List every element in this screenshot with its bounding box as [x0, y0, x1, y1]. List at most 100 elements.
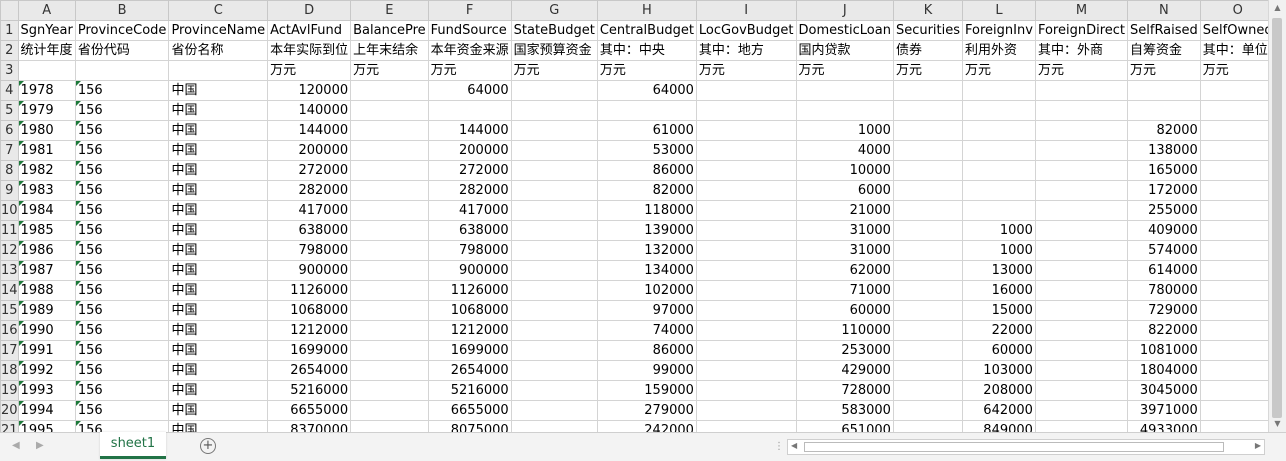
cell-j7[interactable]: 4000	[795, 140, 894, 161]
cell-c13[interactable]: 中国	[168, 260, 269, 281]
cell-k19[interactable]	[892, 380, 964, 401]
cell-c1[interactable]: ProvinceName	[168, 20, 269, 41]
cell-e13[interactable]	[350, 260, 429, 281]
cell-m8[interactable]	[1034, 160, 1129, 181]
cell-n16[interactable]: 822000	[1127, 320, 1201, 341]
next-sheet-arrow-icon[interactable]: ▶	[36, 440, 44, 451]
cell-o12[interactable]	[1199, 240, 1268, 261]
cell-c21[interactable]: 中国	[168, 420, 269, 432]
cell-n3[interactable]: 万元	[1127, 60, 1201, 81]
cell-d11[interactable]: 638000	[267, 220, 352, 241]
cell-a21[interactable]: 1995	[17, 420, 76, 432]
cell-l17[interactable]: 60000	[962, 340, 1036, 361]
cell-o10[interactable]	[1199, 200, 1268, 221]
row-header[interactable]: 9	[0, 180, 19, 201]
cell-c7[interactable]: 中国	[168, 140, 269, 161]
cell-l4[interactable]	[962, 80, 1036, 101]
cell-d2[interactable]: 本年实际到位	[267, 40, 352, 61]
cell-i17[interactable]	[695, 340, 797, 361]
cell-a3[interactable]	[17, 60, 76, 81]
row-header[interactable]: 8	[0, 160, 19, 181]
cell-c6[interactable]: 中国	[168, 120, 269, 141]
cell-a19[interactable]: 1993	[17, 380, 76, 401]
cell-g18[interactable]	[510, 360, 598, 381]
cell-b9[interactable]: 156	[74, 180, 170, 201]
cell-j4[interactable]	[795, 80, 894, 101]
cell-n19[interactable]: 3045000	[1127, 380, 1201, 401]
column-header-e[interactable]: E	[350, 0, 429, 21]
cell-n9[interactable]: 172000	[1127, 180, 1201, 201]
cell-f11[interactable]: 638000	[427, 220, 512, 241]
cell-b4[interactable]: 156	[74, 80, 170, 101]
cell-h17[interactable]: 86000	[596, 340, 697, 361]
cell-n7[interactable]: 138000	[1127, 140, 1201, 161]
cell-j5[interactable]	[795, 100, 894, 121]
cell-i2[interactable]: 其中：地方	[695, 40, 797, 61]
cell-c12[interactable]: 中国	[168, 240, 269, 261]
cell-e7[interactable]	[350, 140, 429, 161]
cell-i7[interactable]	[695, 140, 797, 161]
cell-j9[interactable]: 6000	[795, 180, 894, 201]
cell-l16[interactable]: 22000	[962, 320, 1036, 341]
cell-f1[interactable]: FundSource	[427, 20, 512, 41]
cell-h6[interactable]: 61000	[596, 120, 697, 141]
cell-d4[interactable]: 120000	[267, 80, 352, 101]
cell-g17[interactable]	[510, 340, 598, 361]
cell-n15[interactable]: 729000	[1127, 300, 1201, 321]
cell-g8[interactable]	[510, 160, 598, 181]
cell-k3[interactable]: 万元	[892, 60, 964, 81]
cell-k14[interactable]	[892, 280, 964, 301]
cell-c14[interactable]: 中国	[168, 280, 269, 301]
cell-c3[interactable]	[168, 60, 269, 81]
cell-n20[interactable]: 3971000	[1127, 400, 1201, 421]
cell-h8[interactable]: 86000	[596, 160, 697, 181]
cell-i5[interactable]	[695, 100, 797, 121]
cell-k4[interactable]	[892, 80, 964, 101]
cell-c19[interactable]: 中国	[168, 380, 269, 401]
cell-o5[interactable]	[1199, 100, 1268, 121]
cell-e18[interactable]	[350, 360, 429, 381]
cell-h15[interactable]: 97000	[596, 300, 697, 321]
cell-m21[interactable]	[1034, 420, 1129, 432]
cell-h11[interactable]: 139000	[596, 220, 697, 241]
cell-b11[interactable]: 156	[74, 220, 170, 241]
cell-a5[interactable]: 1979	[17, 100, 76, 121]
cell-a13[interactable]: 1987	[17, 260, 76, 281]
cell-n5[interactable]	[1127, 100, 1201, 121]
cell-l1[interactable]: ForeignInv	[962, 20, 1036, 41]
cell-g7[interactable]	[510, 140, 598, 161]
cell-f12[interactable]: 798000	[427, 240, 512, 261]
cell-h9[interactable]: 82000	[596, 180, 697, 201]
cell-j18[interactable]: 429000	[795, 360, 894, 381]
cell-l3[interactable]: 万元	[962, 60, 1036, 81]
cell-b6[interactable]: 156	[74, 120, 170, 141]
cell-e16[interactable]	[350, 320, 429, 341]
cell-g13[interactable]	[510, 260, 598, 281]
cell-a15[interactable]: 1989	[17, 300, 76, 321]
cell-d8[interactable]: 272000	[267, 160, 352, 181]
cell-h18[interactable]: 99000	[596, 360, 697, 381]
cell-j14[interactable]: 71000	[795, 280, 894, 301]
cell-n8[interactable]: 165000	[1127, 160, 1201, 181]
row-header[interactable]: 12	[0, 240, 19, 261]
cell-m16[interactable]	[1034, 320, 1129, 341]
cell-b3[interactable]	[74, 60, 170, 81]
cell-b15[interactable]: 156	[74, 300, 170, 321]
cell-l11[interactable]: 1000	[962, 220, 1036, 241]
scroll-left-arrow-icon[interactable]: ◀	[791, 441, 797, 450]
cell-i15[interactable]	[695, 300, 797, 321]
cell-k17[interactable]	[892, 340, 964, 361]
cell-i13[interactable]	[695, 260, 797, 281]
cell-a12[interactable]: 1986	[17, 240, 76, 261]
cell-h19[interactable]: 159000	[596, 380, 697, 401]
cell-j17[interactable]: 253000	[795, 340, 894, 361]
cell-e19[interactable]	[350, 380, 429, 401]
cell-f3[interactable]: 万元	[427, 60, 512, 81]
cell-d9[interactable]: 282000	[267, 180, 352, 201]
cell-k10[interactable]	[892, 200, 964, 221]
cell-l5[interactable]	[962, 100, 1036, 121]
cell-i11[interactable]	[695, 220, 797, 241]
row-header[interactable]: 11	[0, 220, 19, 241]
cell-d16[interactable]: 1212000	[267, 320, 352, 341]
cell-c8[interactable]: 中国	[168, 160, 269, 181]
